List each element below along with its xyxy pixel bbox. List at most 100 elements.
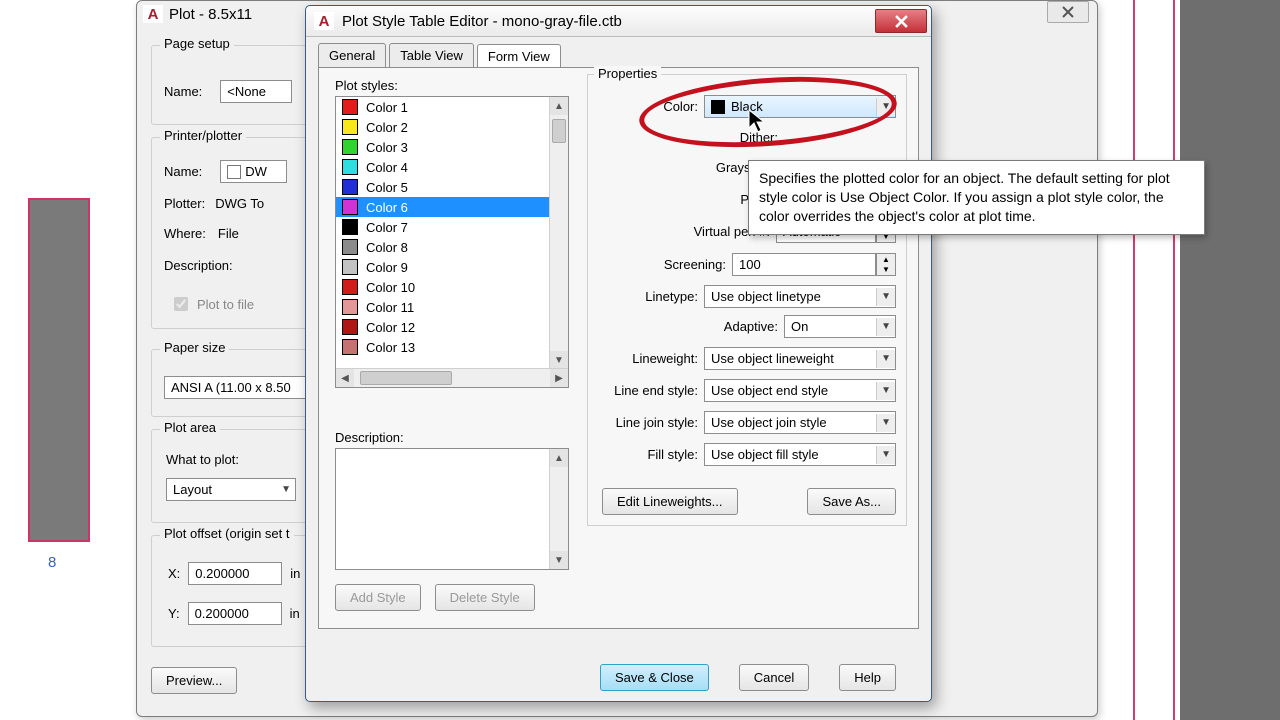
line-end-style-label: Line end style: xyxy=(590,383,698,398)
group-label: Page setup xyxy=(160,36,234,51)
plot-styles-listbox[interactable]: Color 1 Color 2 Color 3 Color 4 Color 5 Color… xyxy=(335,96,569,388)
description-label: Description: xyxy=(164,258,233,273)
delete-style-button[interactable]: Delete Style xyxy=(435,584,535,611)
color-swatch-icon xyxy=(342,279,358,295)
save-as-button[interactable]: Save As... xyxy=(807,488,896,515)
editor-titlebar: Plot Style Table Editor - mono-gray-file… xyxy=(306,6,931,37)
plot-to-file-checkbox[interactable] xyxy=(174,297,188,311)
combo-value: Use object join style xyxy=(711,415,827,430)
printer-name-combo[interactable]: DW xyxy=(220,160,287,183)
plot-dialog-close-button[interactable] xyxy=(1047,1,1089,23)
color-combo[interactable]: Black ▼ xyxy=(704,95,896,118)
what-to-plot-combo[interactable]: Layout▼ xyxy=(166,478,296,501)
fill-style-combo[interactable]: Use object fill style▼ xyxy=(704,443,896,466)
color-swatch-icon xyxy=(342,179,358,195)
tab-general[interactable]: General xyxy=(318,43,386,67)
color-swatch-icon xyxy=(342,219,358,235)
where-value: File xyxy=(218,226,239,241)
y-offset-input[interactable] xyxy=(188,602,282,625)
plot-style-item[interactable]: Color 1 xyxy=(336,97,550,117)
plot-style-item[interactable]: Color 5 xyxy=(336,177,550,197)
plotter-label: Plotter: xyxy=(164,196,205,211)
combo-value: Use object end style xyxy=(711,383,828,398)
page-setup-name-combo[interactable]: <None xyxy=(220,80,292,103)
form-view-panel: Plot styles: Color 1Color 2Color 3Color … xyxy=(318,67,919,629)
plot-style-item-label: Color 8 xyxy=(366,240,408,255)
plot-style-item[interactable]: Color 6 xyxy=(336,197,550,217)
scrollbar-vertical[interactable]: ▲▼ xyxy=(549,449,568,569)
combo-value: ANSI A (11.00 x 8.50 xyxy=(171,380,291,395)
linetype-label: Linetype: xyxy=(590,289,698,304)
lineweight-label: Lineweight: xyxy=(590,351,698,366)
line-end-style-combo[interactable]: Use object end style▼ xyxy=(704,379,896,402)
group-page-setup: Page setup Name: <None xyxy=(151,45,323,125)
tab-table-view[interactable]: Table View xyxy=(389,43,474,67)
dither-label: Dither: xyxy=(670,130,778,145)
editor-help-button[interactable]: Help xyxy=(839,664,896,691)
line-join-style-combo[interactable]: Use object join style▼ xyxy=(704,411,896,434)
screening-spin[interactable]: ▲▼ xyxy=(732,253,896,276)
scrollbar-vertical[interactable]: ▲▼ xyxy=(549,97,568,369)
plot-style-item-label: Color 3 xyxy=(366,140,408,155)
plot-style-item-label: Color 7 xyxy=(366,220,408,235)
scrollbar-horizontal[interactable]: ◀▶ xyxy=(336,368,568,387)
plot-style-item[interactable]: Color 10 xyxy=(336,277,550,297)
name-label: Name: xyxy=(164,84,202,99)
page-thumbnail[interactable] xyxy=(28,198,90,542)
editor-close-button[interactable] xyxy=(875,9,927,33)
combo-value: <None xyxy=(227,84,266,99)
editor-tabstrip: General Table View Form View xyxy=(306,37,931,67)
group-plot-offset: Plot offset (origin set t X: in Y: in xyxy=(151,535,323,647)
x-offset-input[interactable] xyxy=(188,562,282,585)
plot-style-item[interactable]: Color 3 xyxy=(336,137,550,157)
paper-size-combo[interactable]: ANSI A (11.00 x 8.50 xyxy=(164,376,318,399)
plot-style-item-label: Color 12 xyxy=(366,320,415,335)
spin-value[interactable] xyxy=(732,253,876,276)
combo-value: Use object linetype xyxy=(711,289,821,304)
properties-label: Properties xyxy=(594,66,661,81)
plot-style-item-label: Color 11 xyxy=(366,300,414,315)
autocad-icon xyxy=(143,5,163,23)
group-label: Paper size xyxy=(160,340,229,355)
plotter-value: DWG To xyxy=(215,196,264,211)
edit-lineweights-button[interactable]: Edit Lineweights... xyxy=(602,488,738,515)
plot-dialog-title: Plot - 8.5x11 xyxy=(169,6,252,23)
x-units: in xyxy=(290,566,300,581)
combo-value: Use object fill style xyxy=(711,447,819,462)
plot-style-item-label: Color 1 xyxy=(366,100,408,115)
plot-style-item[interactable]: Color 4 xyxy=(336,157,550,177)
plot-style-item[interactable]: Color 13 xyxy=(336,337,550,357)
add-style-button[interactable]: Add Style xyxy=(335,584,421,611)
plot-style-item[interactable]: Color 7 xyxy=(336,217,550,237)
line-join-style-label: Line join style: xyxy=(590,415,698,430)
color-swatch-icon xyxy=(342,339,358,355)
plot-style-item[interactable]: Color 12 xyxy=(336,317,550,337)
plot-style-item-label: Color 5 xyxy=(366,180,408,195)
screening-label: Screening: xyxy=(618,257,726,272)
plot-style-item-label: Color 10 xyxy=(366,280,415,295)
combo-value: Use object lineweight xyxy=(711,351,834,366)
autocad-icon xyxy=(314,12,334,30)
color-label: Color: xyxy=(590,99,698,114)
plot-styles-label: Plot styles: xyxy=(335,78,398,93)
plot-style-item[interactable]: Color 8 xyxy=(336,237,550,257)
cancel-button[interactable]: Cancel xyxy=(739,664,809,691)
plot-style-item[interactable]: Color 2 xyxy=(336,117,550,137)
color-swatch-icon xyxy=(342,119,358,135)
save-and-close-button[interactable]: Save & Close xyxy=(600,664,709,691)
lineweight-combo[interactable]: Use object lineweight▼ xyxy=(704,347,896,370)
linetype-combo[interactable]: Use object linetype▼ xyxy=(704,285,896,308)
canvas-page-edge xyxy=(1133,0,1175,720)
plot-style-editor-dialog: Plot Style Table Editor - mono-gray-file… xyxy=(305,5,932,702)
color-swatch-icon xyxy=(342,99,358,115)
plot-style-item[interactable]: Color 9 xyxy=(336,257,550,277)
color-swatch-icon xyxy=(342,239,358,255)
description-textarea[interactable]: ▲▼ xyxy=(335,448,569,570)
preview-button[interactable]: Preview... xyxy=(151,667,237,694)
plot-style-item[interactable]: Color 11 xyxy=(336,297,550,317)
x-label: X: xyxy=(168,566,180,581)
tab-form-view[interactable]: Form View xyxy=(477,44,561,68)
group-label: Printer/plotter xyxy=(160,128,246,143)
adaptive-combo[interactable]: On▼ xyxy=(784,315,896,338)
group-label: Plot offset (origin set t xyxy=(160,526,294,541)
